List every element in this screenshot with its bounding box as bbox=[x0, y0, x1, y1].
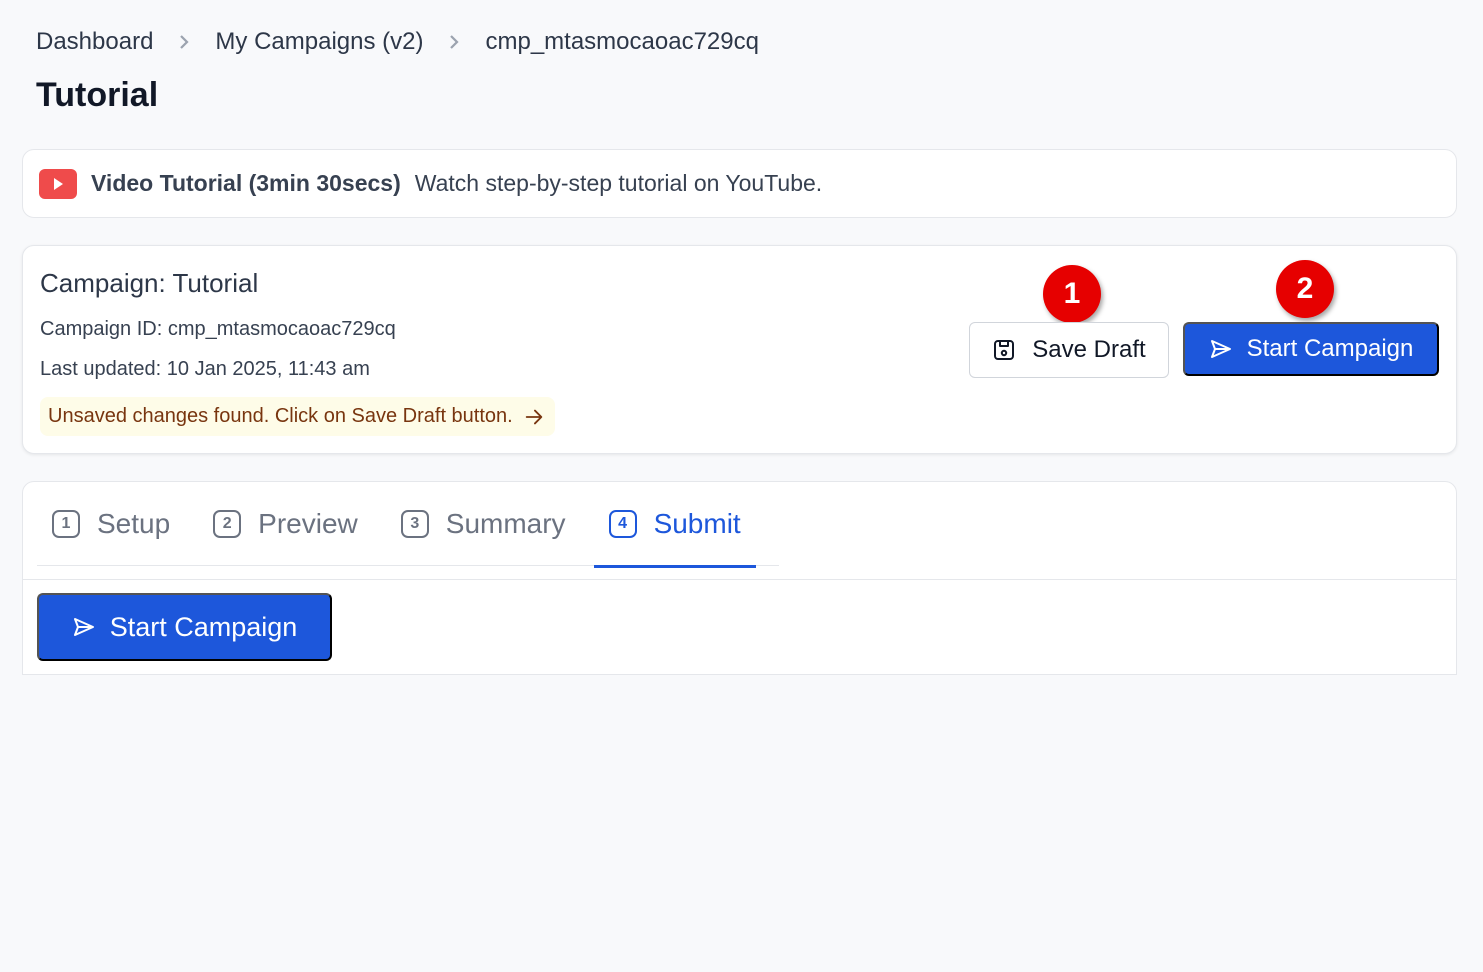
annotation-marker-1: 1 bbox=[1043, 265, 1101, 323]
submit-start-campaign-label: Start Campaign bbox=[109, 611, 298, 642]
send-icon bbox=[73, 618, 94, 636]
step-number-icon: 4 bbox=[608, 510, 637, 538]
step-number-icon: 2 bbox=[213, 510, 242, 538]
breadcrumb-dashboard[interactable]: Dashboard bbox=[36, 28, 153, 56]
start-campaign-button[interactable]: Start Campaign bbox=[1183, 322, 1439, 376]
arrow-right-icon bbox=[525, 409, 542, 424]
breadcrumb-current: cmp_mtasmocaoac729cq bbox=[485, 28, 759, 55]
campaign-name: Campaign: Tutorial bbox=[40, 268, 259, 298]
breadcrumb: Dashboard My Campaigns (v2) cmp_mtasmoca… bbox=[36, 28, 759, 56]
floppy-disk-icon bbox=[994, 340, 1015, 360]
divider bbox=[23, 579, 1456, 580]
step-number-icon: 1 bbox=[52, 510, 80, 538]
unsaved-changes-notice[interactable]: Unsaved changes found. Click on Save Dra… bbox=[40, 397, 555, 436]
tab-setup[interactable]: 1 Setup bbox=[37, 482, 185, 566]
submit-start-campaign-button[interactable]: Start Campaign bbox=[37, 593, 332, 661]
tab-summary[interactable]: 3 Summary bbox=[386, 482, 581, 566]
tab-preview[interactable]: 2 Preview bbox=[198, 482, 373, 566]
page-title: Tutorial bbox=[36, 76, 159, 114]
video-tutorial-title: Video Tutorial (3min 30secs) bbox=[91, 170, 401, 196]
unsaved-changes-text: Unsaved changes found. Click on Save Dra… bbox=[48, 405, 513, 427]
tab-label: Setup bbox=[97, 508, 171, 539]
tab-submit[interactable]: 4 Submit bbox=[593, 482, 756, 568]
send-icon bbox=[1210, 340, 1231, 358]
campaign-steps-panel: 1 Setup 2 Preview 3 Summary 4 Submit Sta… bbox=[22, 481, 1457, 675]
chevron-right-icon bbox=[175, 33, 193, 51]
video-tutorial-description: Watch step-by-step tutorial on YouTube. bbox=[414, 170, 823, 196]
tab-label: Preview bbox=[258, 508, 358, 539]
step-tabs: 1 Setup 2 Preview 3 Summary 4 Submit bbox=[37, 482, 779, 568]
save-draft-label: Save Draft bbox=[1032, 336, 1146, 363]
step-number-icon: 3 bbox=[400, 510, 429, 538]
last-updated: Last updated: 10 Jan 2025, 11:43 am bbox=[40, 358, 370, 380]
video-tutorial-banner[interactable]: Video Tutorial (3min 30secs) Watch step-… bbox=[22, 149, 1457, 218]
chevron-right-icon bbox=[445, 33, 463, 51]
tab-label: Summary bbox=[445, 508, 566, 539]
start-campaign-label: Start Campaign bbox=[1246, 335, 1414, 362]
campaign-id: Campaign ID: cmp_mtasmocaoac729cq bbox=[40, 318, 396, 340]
breadcrumb-my-campaigns[interactable]: My Campaigns (v2) bbox=[215, 28, 423, 56]
save-draft-button[interactable]: Save Draft bbox=[969, 322, 1169, 378]
youtube-play-icon bbox=[39, 168, 77, 199]
campaign-info-card: Campaign: Tutorial Campaign ID: cmp_mtas… bbox=[22, 245, 1457, 454]
annotation-marker-2: 2 bbox=[1276, 260, 1334, 318]
tab-label: Submit bbox=[653, 508, 741, 539]
